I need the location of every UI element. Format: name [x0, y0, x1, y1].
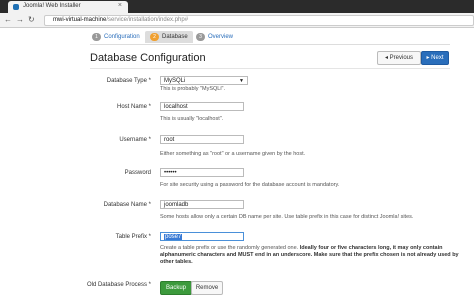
tab-overview[interactable]: 3 Overview [196, 31, 233, 43]
steps-divider [90, 44, 450, 45]
username-help: Either something as "root" or a username… [160, 151, 306, 157]
prefix-help: Create a table prefix or use the randoml… [160, 245, 460, 266]
url-host: mwi-virtual-machine [53, 17, 107, 23]
db-type-help: This is probably "MySQLi". [160, 86, 226, 92]
password-label: Password [124, 170, 151, 176]
db-type-select[interactable]: MySQLi ▼ [160, 76, 248, 85]
step-number: 1 [92, 33, 101, 41]
url-path: /service/installation/index.php# [106, 17, 189, 23]
step-label: Overview [208, 34, 234, 40]
chevron-down-icon: ▼ [239, 78, 244, 84]
previous-button[interactable]: ◂ Previous [377, 51, 421, 65]
username-label: Username * [119, 137, 151, 143]
host-label: Host Name * [116, 104, 151, 110]
tab-configuration[interactable]: 1 Configuration [92, 31, 140, 43]
reload-icon[interactable]: ↻ [28, 15, 35, 24]
forward-icon[interactable]: → [16, 15, 24, 24]
browser-tab[interactable]: Joomla! Web Installer × [8, 1, 128, 13]
tab-database[interactable]: 2 Database [145, 31, 193, 43]
joomla-favicon-icon [13, 4, 19, 10]
username-input[interactable]: root [160, 135, 244, 144]
browser-toolbar: ← → ↻ mwi-virtual-machine/service/instal… [0, 13, 474, 28]
next-button[interactable]: ▸ Next [421, 51, 449, 65]
old-db-label: Old Database Process * [86, 282, 151, 288]
backup-button[interactable]: Backup [160, 281, 192, 295]
db-type-value: MySQLi [164, 78, 186, 84]
db-name-label: Database Name * [103, 202, 151, 208]
step-number: 3 [196, 33, 205, 41]
remove-button[interactable]: Remove [191, 281, 223, 295]
tab-title: Joomla! Web Installer [23, 3, 81, 9]
browser-titlebar: Joomla! Web Installer × [0, 0, 474, 13]
db-type-label: Database Type * [106, 78, 151, 84]
password-help: For site security using a password for t… [160, 182, 340, 188]
back-icon[interactable]: ← [4, 15, 12, 24]
step-number: 2 [150, 33, 159, 41]
prefix-value: pose7 [164, 234, 183, 240]
tab-close-icon[interactable]: × [118, 2, 122, 9]
host-input[interactable]: localhost [160, 102, 244, 111]
password-input[interactable]: •••••• [160, 168, 244, 177]
step-label: Configuration [104, 34, 140, 40]
address-bar[interactable]: mwi-virtual-machine/service/installation… [44, 15, 474, 26]
host-help: This is usually "localhost". [160, 116, 224, 122]
install-steps: 1 Configuration 2 Database 3 Overview [90, 31, 470, 43]
step-label: Database [162, 34, 188, 40]
prefix-help-text: Create a table prefix or use the randoml… [160, 245, 300, 251]
page-title: Database Configuration [90, 52, 206, 64]
prefix-input[interactable]: pose7 [160, 232, 244, 241]
title-divider [90, 68, 450, 69]
db-name-help: Some hosts allow only a certain DB name … [160, 214, 414, 220]
prefix-label: Table Prefix * [115, 234, 151, 240]
db-name-input[interactable]: joomladb [160, 200, 244, 209]
